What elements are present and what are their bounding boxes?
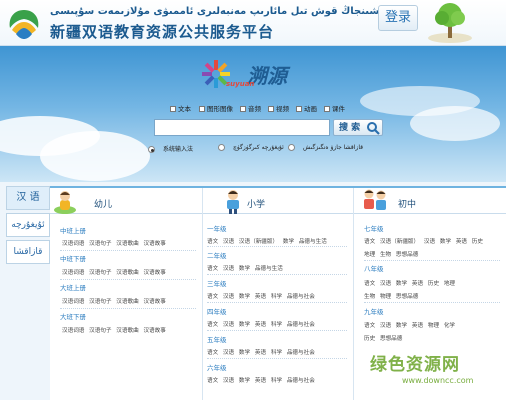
teens-icon [364,189,386,210]
search-icon [367,122,380,135]
divider [364,302,500,303]
radio-icon[interactable] [288,144,295,151]
subject-links[interactable]: 汉语词语 汉语句子 汉语歌曲 汉语故事 [62,326,166,334]
subject-links[interactable]: 语文 汉语 数学 英语 科学 品德与社会 [207,348,315,356]
search-button[interactable]: 搜 索 [333,119,383,136]
divider [60,250,196,251]
radio-uyghur-input[interactable]: ئۇيغۇرچە كىرگۈزگۈچ [218,144,284,151]
subject-links[interactable]: 汉语词语 汉语句子 汉语歌曲 汉语故事 [62,268,166,276]
subject-links[interactable]: 语文 汉语 汉语（新疆版） 数学 品德与生活 [207,237,327,245]
subject-links[interactable]: 语文 汉语 数学 英语 历史 地理 [364,279,455,287]
input-method-selector: 系统输入法 ئۇيغۇرچە كىرگۈزگۈچ قازاقشا جازۋ ەن… [148,144,368,156]
subject-links[interactable]: 地理 生物 思想品德 [364,250,418,258]
radio-icon[interactable] [148,146,155,153]
grade-label[interactable]: 二年级 [207,250,227,260]
site-header: شىنجاڭ قوش تىل مائارىپ مەنبەلىرى ئاممىۋى… [0,0,506,46]
subject-links[interactable]: 语文 汉语（新疆版） 汉语 数学 英语 历史 [364,237,483,245]
grade-label[interactable]: 大班上册 [60,282,86,292]
checkbox-icon[interactable] [296,106,302,112]
filter-text[interactable]: 文本 [170,103,191,113]
student-icon [227,190,239,214]
watermark: 绿色资源网 www.downcc.com [362,346,506,400]
divider [207,302,347,303]
watermark-url: www.downcc.com [402,376,474,385]
site-title-chinese: 新疆双语教育资源公共服务平台 [50,23,275,41]
subject-links[interactable]: 语文 汉语 数学 品德与生活 [207,264,283,272]
middle-school-header: 初中 [354,188,506,214]
site-title-uyghur: شىنجاڭ قوش تىل مائارىپ مەنبەلىرى ئاممىۋى… [50,6,380,17]
child-icon [54,191,76,214]
checkbox-icon[interactable] [324,106,330,112]
divider [60,308,196,309]
tab-chinese[interactable]: 汉 语 [6,186,50,210]
tab-kazakh[interactable]: قازاقشا [6,240,50,264]
subject-links[interactable]: 语文 汉语 数学 英语 科学 品德与社会 [207,376,315,384]
subject-links[interactable]: 历史 思想品德 [364,334,402,342]
radio-system-input[interactable]: 系统输入法 [148,144,193,153]
grade-label[interactable]: 一年级 [207,223,227,233]
middle-school-title: 初中 [398,200,417,210]
kindergarten-header: 幼儿 [50,188,202,214]
grade-label[interactable]: 大班下册 [60,311,86,321]
divider [207,330,347,331]
site-logo-icon [9,10,39,39]
language-tabs: 汉 语 ئۇيغۇرچە قازاقشا [6,186,50,267]
subject-links[interactable]: 生物 物理 思想品德 [364,292,418,300]
primary-header: 小学 [203,188,353,214]
cloud-decoration [410,106,500,141]
checkbox-icon[interactable] [268,106,274,112]
divider [207,246,347,247]
grade-label[interactable]: 八年级 [364,263,384,273]
subject-links[interactable]: 汉语词语 汉语句子 汉语歌曲 汉语故事 [62,239,166,247]
checkbox-icon[interactable] [170,106,176,112]
filter-audio[interactable]: 音频 [240,103,261,113]
filter-image[interactable]: 图形图像 [199,103,233,113]
divider [364,260,500,261]
grade-label[interactable]: 九年级 [364,306,384,316]
divider [207,274,347,275]
grade-label[interactable]: 四年级 [207,306,227,316]
tab-uyghur[interactable]: ئۇيغۇرچە [6,213,50,237]
filter-video[interactable]: 视频 [268,103,289,113]
grade-label[interactable]: 六年级 [207,362,227,372]
checkbox-icon[interactable] [199,106,205,112]
grade-label[interactable]: 三年级 [207,278,227,288]
filter-courseware[interactable]: 课件 [324,103,345,113]
subject-links[interactable]: 语文 汉语 数学 英语 物理 化学 [364,321,455,329]
search-input[interactable] [154,119,330,136]
search-hero: 溯源 suyuan 文本 图形图像 音频 视频 动画 课件 搜 索 系统输入法 … [0,46,506,182]
login-button[interactable]: 登录 [378,5,418,31]
kindergarten-column: 幼儿 中班上册 汉语词语 汉语句子 汉语歌曲 汉语故事 中班下册 汉语词语 汉语… [50,188,202,400]
subject-links[interactable]: 语文 汉语 数学 英语 科学 品德与社会 [207,320,315,328]
primary-title: 小学 [247,200,266,210]
radio-icon[interactable] [218,144,225,151]
checkbox-icon[interactable] [240,106,246,112]
divider [207,358,347,359]
divider [60,279,196,280]
resource-type-filters: 文本 图形图像 音频 视频 动画 课件 [170,103,370,115]
tree-book-icon [428,3,472,43]
radio-kazakh-input[interactable]: قازاقشا جازۋ ەنگىزگىش [288,144,363,151]
kindergarten-title: 幼儿 [94,200,113,210]
subject-links[interactable]: 汉语词语 汉语句子 汉语歌曲 汉语故事 [62,297,166,305]
primary-column: 小学 一年级 语文 汉语 汉语（新疆版） 数学 品德与生活 二年级 语文 汉语 … [203,188,353,400]
watermark-text: 绿色资源网 [370,355,460,375]
cloud-decoration [40,131,150,181]
grade-label[interactable]: 中班下册 [60,253,86,263]
filter-animation[interactable]: 动画 [296,103,317,113]
grade-label[interactable]: 中班上册 [60,225,86,235]
grade-label[interactable]: 七年级 [364,223,384,233]
grade-label[interactable]: 五年级 [207,334,227,344]
hero-logo-subtext: suyuan [226,80,255,88]
subject-links[interactable]: 语文 汉语 数学 英语 科学 品德与社会 [207,292,315,300]
